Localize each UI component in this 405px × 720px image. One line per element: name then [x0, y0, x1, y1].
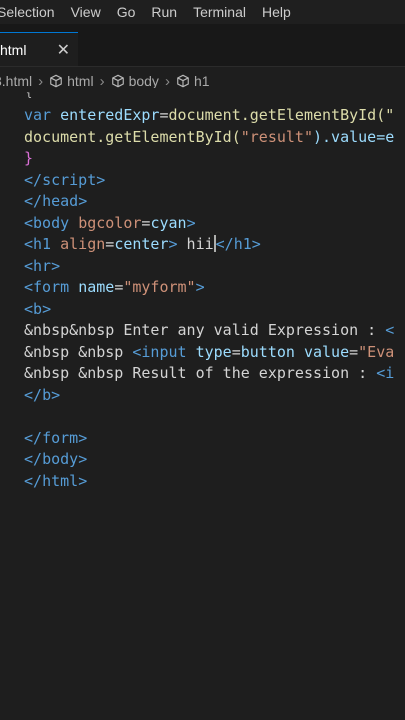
- code-line: var enteredExpr=document.getElementById(…: [24, 106, 395, 124]
- code-line: &nbsp &nbsp <input type=button value="Ev…: [24, 343, 395, 361]
- symbol-element-icon: [177, 74, 189, 88]
- menu-selection[interactable]: Selection: [0, 4, 63, 20]
- menu-run[interactable]: Run: [143, 4, 185, 20]
- code-line: <form name="myform">: [24, 278, 205, 296]
- code-line: <b>: [24, 300, 52, 318]
- scroll-caret-icon: ɩ: [26, 90, 33, 101]
- breadcrumb-file[interactable]: 3.html: [0, 73, 32, 89]
- breadcrumb-h1[interactable]: h1: [176, 73, 210, 89]
- menu-help[interactable]: Help: [254, 4, 299, 20]
- code-line: <body bgcolor=cyan>: [24, 214, 196, 232]
- chevron-right-icon: ›: [99, 72, 105, 90]
- breadcrumb-body-label: body: [128, 73, 159, 89]
- tab-html-file[interactable]: html ✕: [0, 32, 78, 66]
- code-editor[interactable]: ɩ var enteredExpr=document.getElementByI…: [0, 88, 405, 720]
- code-line: <h1 align=center> hii </h1>: [24, 235, 261, 253]
- breadcrumb-html[interactable]: html: [49, 73, 94, 89]
- code-line: </body>: [24, 450, 88, 468]
- symbol-element-icon: [50, 74, 62, 88]
- tab-bar: html ✕: [0, 24, 405, 67]
- code-line: </form>: [24, 429, 88, 447]
- code-line: }: [24, 149, 34, 167]
- menu-go[interactable]: Go: [109, 4, 144, 20]
- breadcrumb-html-label: html: [67, 73, 94, 89]
- code-line: </script>: [24, 171, 106, 189]
- chevron-right-icon: ›: [38, 72, 44, 90]
- close-icon[interactable]: ✕: [57, 40, 70, 60]
- breadcrumb-h1-label: h1: [193, 73, 210, 89]
- code-line: </html>: [24, 472, 88, 490]
- code-line: &nbsp&nbsp Enter any valid Expression : …: [24, 321, 395, 339]
- menu-view[interactable]: View: [63, 4, 109, 20]
- code-line: <hr>: [24, 257, 61, 275]
- tab-label: html: [0, 41, 27, 58]
- chevron-right-icon: ›: [164, 72, 170, 90]
- code-line: document.getElementById("result").value=…: [24, 128, 395, 146]
- code-line: &nbsp &nbsp Result of the expression : <…: [24, 364, 395, 382]
- code-line: </b>: [24, 386, 61, 404]
- symbol-element-icon: [111, 74, 124, 88]
- menu-terminal[interactable]: Terminal: [185, 4, 254, 20]
- breadcrumb-body[interactable]: body: [111, 73, 159, 89]
- code-line: </head>: [24, 192, 88, 210]
- menu-bar: Selection View Go Run Terminal Help: [0, 0, 405, 24]
